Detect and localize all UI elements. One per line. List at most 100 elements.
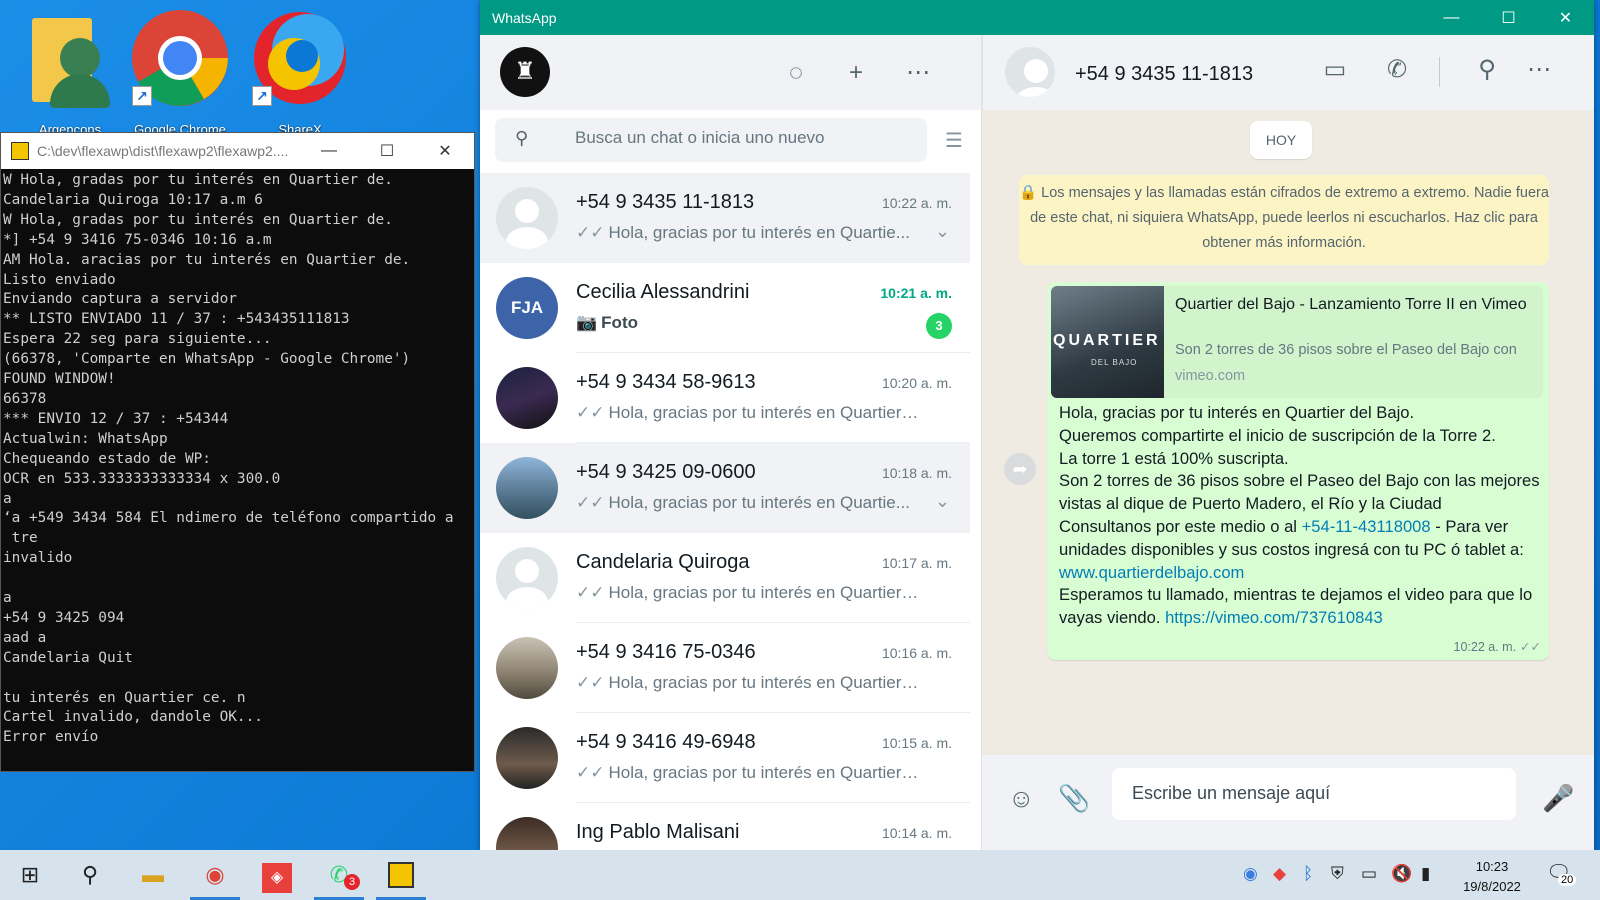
chat-preview: 📷 Foto [576, 313, 638, 332]
edge-tray-icon[interactable]: ◉ [1243, 864, 1258, 884]
conversation-header[interactable]: +54 9 3435 11-1813 ▭ ✆ ⚲ ⋯ [982, 35, 1594, 110]
microphone-icon[interactable]: 🎤 [1542, 783, 1574, 814]
shortcut-arrow-icon: ↗ [132, 86, 152, 106]
filter-icon[interactable]: ☰ [945, 128, 963, 153]
contact-avatar-icon[interactable] [1005, 47, 1055, 97]
phone-link[interactable]: +54-11-43118008 [1302, 517, 1431, 536]
search-input[interactable] [575, 128, 905, 148]
message-bubble[interactable]: QUARTIER DEL BAJO Quartier del Bajo - La… [1047, 282, 1549, 660]
link-preview[interactable]: QUARTIER DEL BAJO Quartier del Bajo - La… [1051, 286, 1543, 398]
chat-list-header: ♜ ◌ + ⋯ [480, 35, 981, 110]
video-thumbnail[interactable]: QUARTIER DEL BAJO [1051, 286, 1164, 398]
message-area: HOY 🔒 Los mensajes y las llamadas están … [982, 110, 1594, 755]
close-icon[interactable]: ✕ [1537, 8, 1594, 28]
video-call-icon[interactable]: ▭ [1319, 55, 1351, 84]
chat-list-item[interactable]: +54 9 3434 58-9613 10:20 a. m. ✓✓ Hola, g… [480, 353, 970, 443]
close-icon[interactable]: ✕ [416, 141, 474, 161]
message-box[interactable] [1112, 768, 1516, 820]
encryption-notice[interactable]: 🔒 Los mensajes y las llamadas están cifr… [1019, 175, 1549, 265]
whatsapp-unread-badge: 3 [344, 874, 360, 890]
anydesk-icon[interactable]: ◈ [252, 850, 302, 900]
link-preview-title: Quartier del Bajo - Lanzamiento Torre II… [1175, 296, 1527, 313]
contact-name[interactable]: +54 9 3435 11-1813 [1075, 63, 1253, 86]
chat-name: Cecilia Alessandrini [576, 281, 750, 303]
chat-avatar [496, 367, 558, 429]
maximize-icon[interactable]: ☐ [358, 141, 416, 161]
search-icon: ⚲ [515, 128, 529, 148]
video-link[interactable]: https://vimeo.com/737610843 [1165, 608, 1383, 627]
desktop-icon-google-chrome[interactable]: ↗ Google Chrome [125, 8, 235, 137]
link-preview-description: Son 2 torres de 36 pisos sobre el Paseo … [1175, 342, 1517, 358]
camera-icon: 📷 [576, 313, 598, 332]
status-icon[interactable]: ◌ [780, 57, 812, 89]
chat-list-item[interactable]: +54 9 3425 09-0600 10:18 a. m. ✓✓ Hola, g… [480, 443, 970, 533]
chat-list-item[interactable]: Ing Pablo Malisani 10:14 a. m. [480, 803, 970, 850]
chat-preview: ✓✓ Hola, gracias por tu interés en Quarti… [576, 583, 921, 602]
console-titlebar[interactable]: C:\dev\flexawp\dist\flexawp2\flexawp2...… [1, 133, 474, 169]
header-divider [1439, 57, 1440, 87]
day-chip: HOY [1250, 121, 1312, 159]
battery-icon[interactable]: ▮ [1421, 864, 1430, 884]
security-icon[interactable]: ⛨ [1331, 864, 1344, 884]
console-window[interactable]: C:\dev\flexawp\dist\flexawp2\flexawp2...… [0, 132, 475, 772]
profile-avatar[interactable]: ♜ [500, 47, 550, 97]
link-preview-domain: vimeo.com [1175, 368, 1246, 384]
double-check-icon: ✓✓ [576, 223, 605, 242]
file-explorer-icon[interactable]: ▬ [128, 850, 178, 900]
chat-list-item[interactable]: +54 9 3416 75-0346 10:16 a. m. ✓✓ Hola, g… [480, 623, 970, 713]
voice-call-icon[interactable]: ✆ [1381, 55, 1413, 84]
bluetooth-icon[interactable]: ᛒ [1303, 864, 1313, 884]
unread-badge: 3 [926, 313, 952, 339]
search-bar: ⚲ ☰ [480, 110, 981, 173]
chrome-icon: ↗ [130, 8, 230, 108]
attach-icon[interactable]: 📎 [1058, 783, 1090, 814]
console-title: C:\dev\flexawp\dist\flexawp2\flexawp2...… [37, 143, 289, 159]
chat-avatar: FJA [496, 277, 558, 339]
chat-preview: ✓✓ Hola, gracias por tu interés en Quarti… [576, 763, 921, 782]
chat-list-item[interactable]: +54 9 3435 11-1813 10:22 a. m. ✓✓ Hola, g… [480, 173, 970, 263]
whatsapp-titlebar[interactable]: WhatsApp — ☐ ✕ [480, 0, 1594, 35]
sharex-icon: ↗ [250, 8, 350, 108]
chat-list-item[interactable]: Candelaria Quiroga 10:17 a. m. ✓✓ Hola, g… [480, 533, 970, 623]
chat-name: +54 9 3416 49-6948 [576, 731, 756, 753]
chat-name: Ing Pablo Malisani [576, 821, 740, 843]
desktop-icon-sharex[interactable]: ↗ ShareX [245, 8, 355, 137]
chat-time: 10:20 a. m. [881, 375, 952, 391]
chat-time: 10:18 a. m. [881, 465, 952, 481]
chevron-down-icon[interactable]: ⌄ [935, 491, 950, 512]
chrome-taskbar-icon[interactable]: ◉ [190, 850, 240, 900]
forward-icon[interactable]: ➦ [1004, 453, 1036, 485]
minimize-icon[interactable]: — [1423, 9, 1480, 27]
menu-icon[interactable]: ⋯ [1523, 55, 1555, 84]
chat-list-item[interactable]: FJA Cecilia Alessandrini 10:21 a. m. 📷 Fo… [480, 263, 970, 353]
website-link[interactable]: www.quartierdelbajo.com [1059, 563, 1244, 582]
anydesk-tray-icon[interactable]: ◆ [1273, 864, 1286, 884]
python-taskbar-icon[interactable] [376, 850, 426, 900]
chat-list-item[interactable]: +54 9 3416 49-6948 10:15 a. m. ✓✓ Hola, g… [480, 713, 970, 803]
clock[interactable]: 10:23 19/8/2022 [1452, 857, 1532, 897]
whatsapp-window[interactable]: WhatsApp — ☐ ✕ ♜ ◌ + ⋯ ⚲ ☰ +54 9 3435 11… [480, 0, 1594, 850]
maximize-icon[interactable]: ☐ [1480, 8, 1537, 28]
taskbar: ⊞ ⚲ ▬ ◉ ◈ ✆ 3 ◉ ◆ ᛒ ⛨ ▭ 🔇 ▮ 10:23 19/8/2… [0, 850, 1600, 900]
minimize-icon[interactable]: — [300, 142, 358, 160]
volume-muted-icon[interactable]: 🔇 [1391, 864, 1412, 884]
double-check-icon: ✓✓ [1520, 640, 1541, 654]
menu-icon[interactable]: ⋯ [902, 57, 934, 89]
search-icon[interactable]: ⚲ [1471, 55, 1503, 84]
search-icon[interactable]: ⚲ [65, 850, 115, 900]
search-box[interactable]: ⚲ [495, 118, 927, 162]
chat-preview: ✓✓ Hola, gracias por tu interés en Quarti… [576, 673, 921, 692]
start-icon[interactable]: ⊞ [5, 850, 55, 900]
network-icon[interactable]: ▭ [1361, 864, 1377, 884]
chat-avatar [496, 817, 558, 850]
desktop-icon-argencons[interactable]: Argencons [15, 8, 125, 137]
chat-name: +54 9 3416 75-0346 [576, 641, 756, 663]
new-chat-icon[interactable]: + [840, 57, 872, 89]
message-input[interactable] [1132, 783, 1502, 804]
chevron-down-icon[interactable]: ⌄ [935, 221, 950, 242]
double-check-icon: ✓✓ [576, 403, 605, 422]
chat-time: 10:16 a. m. [881, 645, 952, 661]
chat-preview: ✓✓ Hola, gracias por tu interés en Quarti… [576, 223, 910, 242]
emoji-icon[interactable]: ☺ [1008, 783, 1035, 814]
clock-date: 19/8/2022 [1463, 879, 1521, 894]
